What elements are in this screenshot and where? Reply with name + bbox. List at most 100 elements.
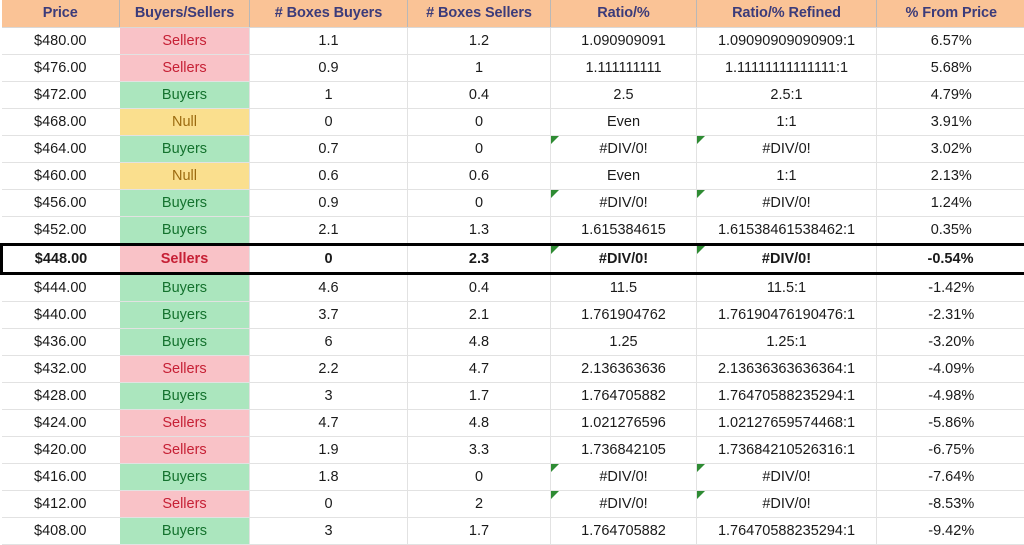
cell-pct-from-price[interactable]: -2.31%: [877, 302, 1024, 329]
cell-ratio-refined[interactable]: 1.09090909090909:1: [697, 28, 877, 55]
column-header-ratio-refined[interactable]: Ratio/% Refined: [697, 0, 877, 28]
cell-ratio[interactable]: 1.736842105: [551, 437, 697, 464]
cell-boxes-sellers[interactable]: 0.4: [408, 82, 551, 109]
cell-ratio[interactable]: 1.764705882: [551, 518, 697, 545]
cell-boxes-buyers[interactable]: 0.7: [250, 136, 408, 163]
cell-price[interactable]: $416.00: [2, 464, 120, 491]
column-header-ratio[interactable]: Ratio/%: [551, 0, 697, 28]
cell-boxes-buyers[interactable]: 3.7: [250, 302, 408, 329]
cell-boxes-sellers[interactable]: 2.1: [408, 302, 551, 329]
cell-ratio[interactable]: 1.090909091: [551, 28, 697, 55]
cell-ratio[interactable]: 1.764705882: [551, 383, 697, 410]
cell-ratio-refined[interactable]: #DIV/0!: [697, 136, 877, 163]
cell-boxes-sellers[interactable]: 4.8: [408, 410, 551, 437]
table-row[interactable]: $428.00Buyers31.71.7647058821.7647058823…: [2, 383, 1024, 410]
table-row[interactable]: $444.00Buyers4.60.411.511.5:1-1.42%: [2, 274, 1024, 302]
cell-pct-from-price[interactable]: -6.75%: [877, 437, 1024, 464]
cell-price[interactable]: $436.00: [2, 329, 120, 356]
cell-ratio-refined[interactable]: 1:1: [697, 163, 877, 190]
table-row[interactable]: $440.00Buyers3.72.11.7619047621.76190476…: [2, 302, 1024, 329]
cell-buyers-sellers[interactable]: Sellers: [120, 491, 250, 518]
cell-boxes-buyers[interactable]: 4.6: [250, 274, 408, 302]
cell-ratio-refined[interactable]: #DIV/0!: [697, 491, 877, 518]
table-row[interactable]: $416.00Buyers1.80#DIV/0!#DIV/0!-7.64%: [2, 464, 1024, 491]
cell-buyers-sellers[interactable]: Sellers: [120, 28, 250, 55]
cell-price[interactable]: $408.00: [2, 518, 120, 545]
cell-buyers-sellers[interactable]: Buyers: [120, 217, 250, 245]
cell-price[interactable]: $448.00: [2, 245, 120, 274]
cell-ratio-refined[interactable]: 1.25:1: [697, 329, 877, 356]
cell-buyers-sellers[interactable]: Null: [120, 109, 250, 136]
table-row[interactable]: $452.00Buyers2.11.31.6153846151.61538461…: [2, 217, 1024, 245]
cell-price[interactable]: $460.00: [2, 163, 120, 190]
cell-ratio[interactable]: #DIV/0!: [551, 190, 697, 217]
cell-buyers-sellers[interactable]: Sellers: [120, 55, 250, 82]
cell-price[interactable]: $412.00: [2, 491, 120, 518]
cell-boxes-sellers[interactable]: 3.3: [408, 437, 551, 464]
cell-boxes-sellers[interactable]: 2: [408, 491, 551, 518]
cell-boxes-buyers[interactable]: 0: [250, 109, 408, 136]
cell-boxes-sellers[interactable]: 4.8: [408, 329, 551, 356]
table-row[interactable]: $476.00Sellers0.911.1111111111.111111111…: [2, 55, 1024, 82]
table-row[interactable]: $420.00Sellers1.93.31.7368421051.7368421…: [2, 437, 1024, 464]
cell-ratio[interactable]: 1.25: [551, 329, 697, 356]
cell-boxes-sellers[interactable]: 1.3: [408, 217, 551, 245]
cell-boxes-buyers[interactable]: 6: [250, 329, 408, 356]
cell-ratio-refined[interactable]: 2.13636363636364:1: [697, 356, 877, 383]
cell-buyers-sellers[interactable]: Sellers: [120, 356, 250, 383]
cell-buyers-sellers[interactable]: Buyers: [120, 274, 250, 302]
cell-ratio-refined[interactable]: #DIV/0!: [697, 190, 877, 217]
cell-boxes-sellers[interactable]: 2.3: [408, 245, 551, 274]
cell-boxes-sellers[interactable]: 0.6: [408, 163, 551, 190]
cell-pct-from-price[interactable]: -0.54%: [877, 245, 1024, 274]
cell-ratio-refined[interactable]: #DIV/0!: [697, 464, 877, 491]
cell-boxes-sellers[interactable]: 1.2: [408, 28, 551, 55]
cell-price[interactable]: $480.00: [2, 28, 120, 55]
cell-pct-from-price[interactable]: 5.68%: [877, 55, 1024, 82]
cell-pct-from-price[interactable]: -7.64%: [877, 464, 1024, 491]
cell-boxes-buyers[interactable]: 0.9: [250, 190, 408, 217]
column-header-boxes-sellers[interactable]: # Boxes Sellers: [408, 0, 551, 28]
cell-buyers-sellers[interactable]: Buyers: [120, 302, 250, 329]
cell-price[interactable]: $440.00: [2, 302, 120, 329]
cell-ratio[interactable]: Even: [551, 109, 697, 136]
cell-ratio[interactable]: 1.761904762: [551, 302, 697, 329]
cell-buyers-sellers[interactable]: Null: [120, 163, 250, 190]
cell-boxes-buyers[interactable]: 2.1: [250, 217, 408, 245]
column-header-pct-from-price[interactable]: % From Price: [877, 0, 1024, 28]
cell-ratio-refined[interactable]: 1.11111111111111:1: [697, 55, 877, 82]
cell-pct-from-price[interactable]: 0.35%: [877, 217, 1024, 245]
cell-ratio[interactable]: 1.615384615: [551, 217, 697, 245]
cell-ratio[interactable]: #DIV/0!: [551, 491, 697, 518]
cell-boxes-sellers[interactable]: 1: [408, 55, 551, 82]
cell-boxes-buyers[interactable]: 0.9: [250, 55, 408, 82]
cell-ratio-refined[interactable]: 1.76470588235294:1: [697, 518, 877, 545]
cell-buyers-sellers[interactable]: Buyers: [120, 383, 250, 410]
cell-boxes-buyers[interactable]: 1.8: [250, 464, 408, 491]
table-row[interactable]: $456.00Buyers0.90#DIV/0!#DIV/0!1.24%: [2, 190, 1024, 217]
cell-pct-from-price[interactable]: -8.53%: [877, 491, 1024, 518]
cell-boxes-sellers[interactable]: 1.7: [408, 518, 551, 545]
cell-pct-from-price[interactable]: -9.42%: [877, 518, 1024, 545]
cell-ratio-refined[interactable]: 1:1: [697, 109, 877, 136]
cell-pct-from-price[interactable]: 4.79%: [877, 82, 1024, 109]
table-row[interactable]: $436.00Buyers64.81.251.25:1-3.20%: [2, 329, 1024, 356]
table-row[interactable]: $460.00Null0.60.6Even1:12.13%: [2, 163, 1024, 190]
cell-boxes-sellers[interactable]: 0: [408, 190, 551, 217]
cell-ratio[interactable]: #DIV/0!: [551, 136, 697, 163]
column-header-boxes-buyers[interactable]: # Boxes Buyers: [250, 0, 408, 28]
cell-boxes-buyers[interactable]: 3: [250, 518, 408, 545]
cell-pct-from-price[interactable]: -1.42%: [877, 274, 1024, 302]
cell-buyers-sellers[interactable]: Buyers: [120, 518, 250, 545]
table-row[interactable]: $468.00Null00Even1:13.91%: [2, 109, 1024, 136]
cell-ratio[interactable]: #DIV/0!: [551, 464, 697, 491]
cell-ratio[interactable]: Even: [551, 163, 697, 190]
cell-pct-from-price[interactable]: 2.13%: [877, 163, 1024, 190]
cell-buyers-sellers[interactable]: Buyers: [120, 464, 250, 491]
table-row[interactable]: $408.00Buyers31.71.7647058821.7647058823…: [2, 518, 1024, 545]
cell-price[interactable]: $472.00: [2, 82, 120, 109]
cell-buyers-sellers[interactable]: Sellers: [120, 245, 250, 274]
cell-price[interactable]: $432.00: [2, 356, 120, 383]
cell-buyers-sellers[interactable]: Sellers: [120, 437, 250, 464]
cell-price[interactable]: $476.00: [2, 55, 120, 82]
